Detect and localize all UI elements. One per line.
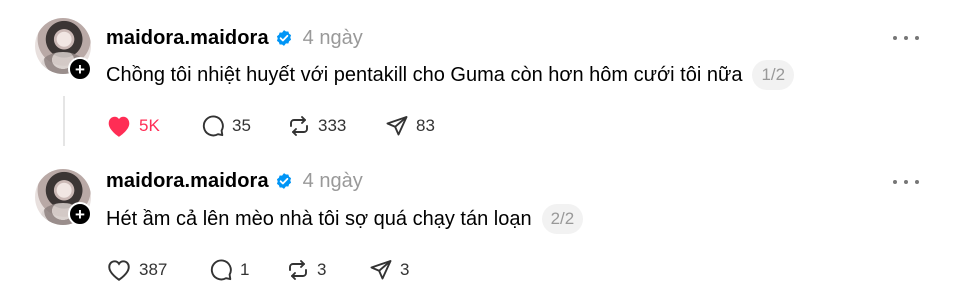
thread-post: + maidora.maidora 4 ngày Chồng tôi nhiệt… [0, 0, 955, 156]
repost-icon [286, 258, 310, 282]
post-body: Hét ầm cả lên mèo nhà tôi sợ quá chạy tá… [106, 203, 584, 235]
like-button[interactable]: 5K [106, 112, 201, 140]
like-count: 387 [139, 260, 168, 279]
username[interactable]: maidora.maidora [106, 27, 269, 50]
thread-page-indicator: 2/2 [541, 204, 584, 234]
post-text: Hét ầm cả lên mèo nhà tôi sợ quá chạy tá… [106, 207, 532, 230]
reply-count: 35 [232, 116, 251, 135]
share-count: 83 [416, 116, 435, 135]
verified-badge-icon [275, 172, 293, 190]
heart-icon [106, 258, 132, 282]
thread-post: + maidora.maidora 4 ngày Hét ầm cả lên m… [0, 156, 955, 305]
username[interactable]: maidora.maidora [106, 170, 269, 193]
send-icon [385, 114, 409, 138]
repost-count: 333 [318, 116, 347, 135]
share-button[interactable]: 3 [369, 256, 419, 284]
verified-badge-icon [275, 29, 293, 47]
like-button[interactable]: 387 [106, 256, 209, 284]
comment-bubble-icon [209, 258, 233, 282]
reply-button[interactable]: 35 [201, 112, 287, 140]
post-actions: 5K 35 333 83 [106, 112, 445, 140]
plus-icon[interactable]: + [68, 57, 92, 81]
like-count: 5K [139, 116, 160, 135]
thread-page-indicator: 1/2 [752, 60, 795, 90]
post-header: maidora.maidora 4 ngày [106, 167, 363, 195]
comment-bubble-icon [201, 114, 225, 138]
post-header: maidora.maidora 4 ngày [106, 24, 363, 52]
repost-count: 3 [317, 260, 327, 279]
more-horizontal-icon[interactable] [893, 28, 919, 48]
post-actions: 387 1 3 3 [106, 256, 419, 284]
plus-icon[interactable]: + [68, 202, 92, 226]
reply-count: 1 [240, 260, 250, 279]
share-button[interactable]: 83 [385, 112, 445, 140]
post-timestamp: 4 ngày [302, 169, 363, 192]
send-icon [369, 258, 393, 282]
post-text: Chồng tôi nhiệt huyết với pentakill cho … [106, 63, 743, 86]
reply-button[interactable]: 1 [209, 256, 286, 284]
more-horizontal-icon[interactable] [893, 172, 919, 192]
post-timestamp: 4 ngày [302, 26, 363, 49]
share-count: 3 [400, 260, 410, 279]
heart-icon [106, 114, 132, 138]
repost-button[interactable]: 3 [286, 256, 369, 284]
post-body: Chồng tôi nhiệt huyết với pentakill cho … [106, 59, 795, 91]
repost-button[interactable]: 333 [287, 112, 385, 140]
thread-connector-line [63, 96, 65, 146]
repost-icon [287, 114, 311, 138]
